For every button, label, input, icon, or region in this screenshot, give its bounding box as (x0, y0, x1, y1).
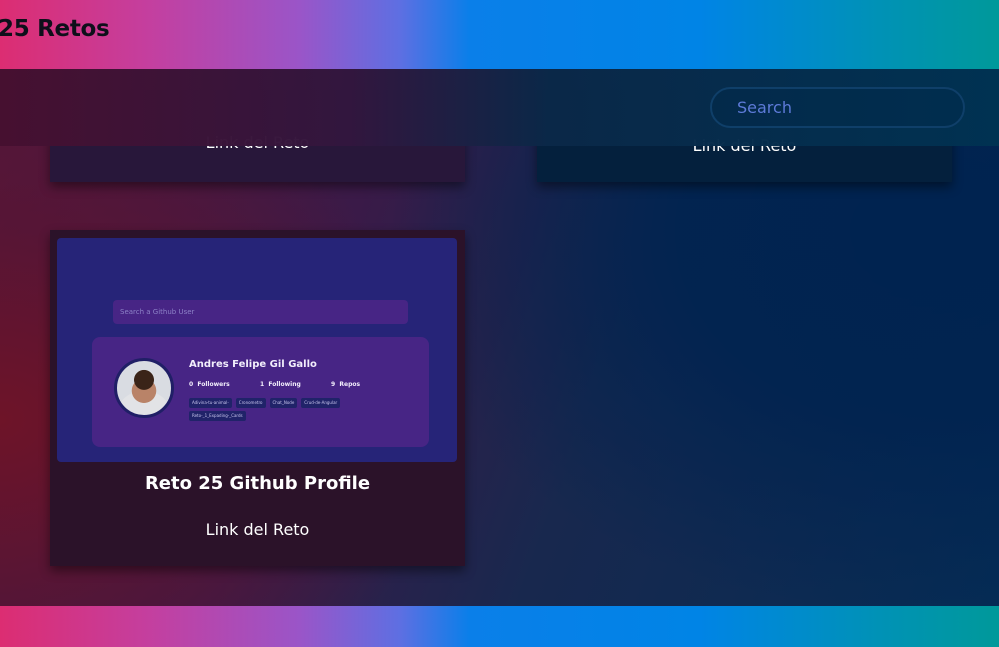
top-header-bar: 25 Retos (0, 0, 999, 69)
footer-bar (0, 606, 999, 647)
challenge-link[interactable]: Link del Reto (50, 520, 465, 539)
preview-repo-tag: Adivina-tu-animal- (189, 398, 232, 408)
preview-user-name: Andres Felipe Gil Gallo (189, 359, 317, 370)
preview-repo-tag: Reto-_1_Expading-_Cards (189, 411, 246, 421)
site-title: 25 Retos (0, 16, 110, 42)
preview-profile-card: Andres Felipe Gil Gallo 0 Followers 1 Fo… (92, 337, 429, 447)
search-input[interactable]: Search (710, 87, 965, 128)
preview-search-input: Search a Github User (113, 300, 408, 324)
preview-repo-tag: Crud-de-Angular (301, 398, 341, 408)
preview-repo-tag: Cronometro (235, 398, 266, 408)
avatar (114, 358, 174, 418)
preview-repos-count: 9 Repos (331, 381, 361, 388)
challenge-card: Search a Github User Andres Felipe Gil G… (50, 230, 465, 566)
preview-repo-tag: Chat_Node (269, 398, 298, 408)
preview-followers: 0 Followers (189, 381, 230, 388)
challenge-title: Reto 25 Github Profile (144, 473, 371, 494)
preview-repo-list: Adivina-tu-animal- Cronometro Chat_Node … (189, 398, 389, 421)
preview-following: 1 Following (260, 381, 301, 388)
challenge-preview-image[interactable]: Search a Github User Andres Felipe Gil G… (57, 238, 457, 462)
